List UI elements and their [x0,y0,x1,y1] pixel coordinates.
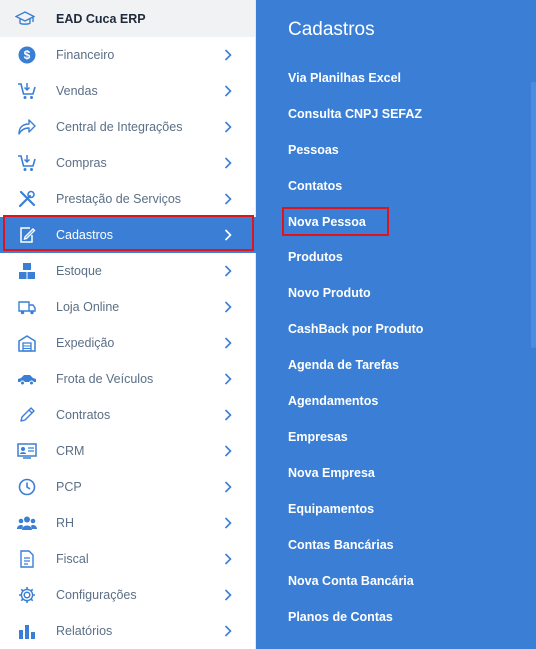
bar-chart-icon [17,621,37,641]
id-card-icon [17,441,37,461]
dollar-icon: $ [17,45,37,65]
chevron-right-icon [222,445,234,457]
sidebar-item-label: Contratos [56,408,111,422]
share-icon [17,117,37,137]
chevron-right-icon [222,373,234,385]
cart-icon [17,81,37,101]
submenu-item-agendamentos[interactable]: Agendamentos [288,394,378,408]
pencil-icon [17,405,37,425]
chevron-right-icon [222,157,234,169]
sidebar-item-label: Fiscal [56,552,89,566]
submenu-item-pessoas[interactable]: Pessoas [288,143,339,157]
boxes-icon [17,261,37,281]
sidebar-item-relatorios[interactable]: Relatórios [0,613,256,649]
sidebar-item-rh[interactable]: RH [0,505,256,541]
chevron-right-icon [222,49,234,61]
sidebar-item-label: Expedição [56,336,115,350]
chevron-right-icon [222,553,234,565]
sidebar-item-label: Configurações [56,588,137,602]
edit-icon [17,225,37,245]
chevron-right-icon [222,301,234,313]
sidebar-item-estoque[interactable]: Estoque [0,253,256,289]
graduation-cap-icon [14,8,36,30]
cart-icon [17,153,37,173]
sidebar-item-compras[interactable]: Compras [0,145,256,181]
chevron-right-icon [222,481,234,493]
chevron-right-icon [222,121,234,133]
sidebar-item-label: RH [56,516,75,530]
submenu-item-contas-bancarias[interactable]: Contas Bancárias [288,538,394,552]
scrollbar[interactable] [530,0,536,649]
sidebar-item-prestacao-de-servicos[interactable]: Prestação de Serviços [0,181,256,217]
sidebar-item-label: PCP [56,480,82,494]
submenu-item-contatos[interactable]: Contatos [288,179,342,193]
sidebar-item-financeiro[interactable]: $ Financeiro [0,37,256,73]
app-title: EAD Cuca ERP [56,11,146,26]
sidebar-item-label: Frota de Veículos [56,372,154,386]
sidebar-item-loja-online[interactable]: Loja Online [0,289,256,325]
submenu-item-nova-empresa[interactable]: Nova Empresa [288,466,375,480]
submenu-item-novo-produto[interactable]: Novo Produto [288,286,371,300]
gear-icon [17,585,37,605]
sidebar-item-cadastros[interactable]: Cadastros [0,217,256,253]
truck-icon [17,297,37,317]
svg-text:$: $ [24,48,31,62]
submenu-item-via-planilhas-excel[interactable]: Via Planilhas Excel [288,71,401,85]
sidebar-item-fiscal[interactable]: Fiscal [0,541,256,577]
sidebar-item-label: Financeiro [56,48,115,62]
sidebar-item-vendas[interactable]: Vendas [0,73,256,109]
submenu-title: Cadastros [288,19,375,40]
sidebar-item-label: Prestação de Serviços [56,192,182,206]
sidebar-item-expedicao[interactable]: Expedição [0,325,256,361]
chevron-right-icon [222,409,234,421]
sidebar-item-central-de-integracoes[interactable]: Central de Integrações [0,109,256,145]
submenu-item-nova-pessoa[interactable]: Nova Pessoa [288,215,366,229]
submenu-item-planos-de-contas[interactable]: Planos de Contas [288,610,393,624]
chevron-right-icon [222,337,234,349]
chevron-right-icon [222,193,234,205]
sidebar-item-frota-de-veiculos[interactable]: Frota de Veículos [0,361,256,397]
submenu-item-cashback-por-produto[interactable]: CashBack por Produto [288,322,423,336]
document-icon [17,549,37,569]
sidebar-item-label: Estoque [56,264,102,278]
sidebar-item-label: Cadastros [56,228,113,242]
tools-icon [17,189,37,209]
warehouse-icon [17,333,37,353]
sidebar-item-label: Relatórios [56,624,113,638]
submenu-item-equipamentos[interactable]: Equipamentos [288,502,374,516]
sidebar-item-configuracoes[interactable]: Configurações [0,577,256,613]
submenu-item-empresas[interactable]: Empresas [288,430,348,444]
submenu-item-produtos[interactable]: Produtos [288,250,343,264]
people-icon [17,513,37,533]
scrollbar-thumb[interactable] [531,82,536,348]
sidebar: EAD Cuca ERP $ Financeiro Vendas Central… [0,0,256,649]
submenu-item-nova-conta-bancaria[interactable]: Nova Conta Bancária [288,574,414,588]
sidebar-item-crm[interactable]: CRM [0,433,256,469]
chevron-right-icon [222,265,234,277]
sidebar-item-label: CRM [56,444,85,458]
submenu-item-consulta-cnpj-sefaz[interactable]: Consulta CNPJ SEFAZ [288,107,422,121]
sidebar-item-label: Loja Online [56,300,120,314]
submenu-panel: Cadastros Via Planilhas Excel Consulta C… [256,0,536,649]
chevron-right-icon [222,625,234,637]
chevron-right-icon [222,517,234,529]
sidebar-item-contratos[interactable]: Contratos [0,397,256,433]
clock-icon [17,477,37,497]
sidebar-item-label: Vendas [56,84,98,98]
chevron-right-icon [222,229,234,241]
chevron-right-icon [222,589,234,601]
sidebar-item-pcp[interactable]: PCP [0,469,256,505]
car-icon [17,369,37,389]
brand-header[interactable]: EAD Cuca ERP [0,0,255,37]
sidebar-item-label: Compras [56,156,107,170]
chevron-right-icon [222,85,234,97]
submenu-item-agenda-de-tarefas[interactable]: Agenda de Tarefas [288,358,399,372]
sidebar-item-label: Central de Integrações [56,120,183,134]
